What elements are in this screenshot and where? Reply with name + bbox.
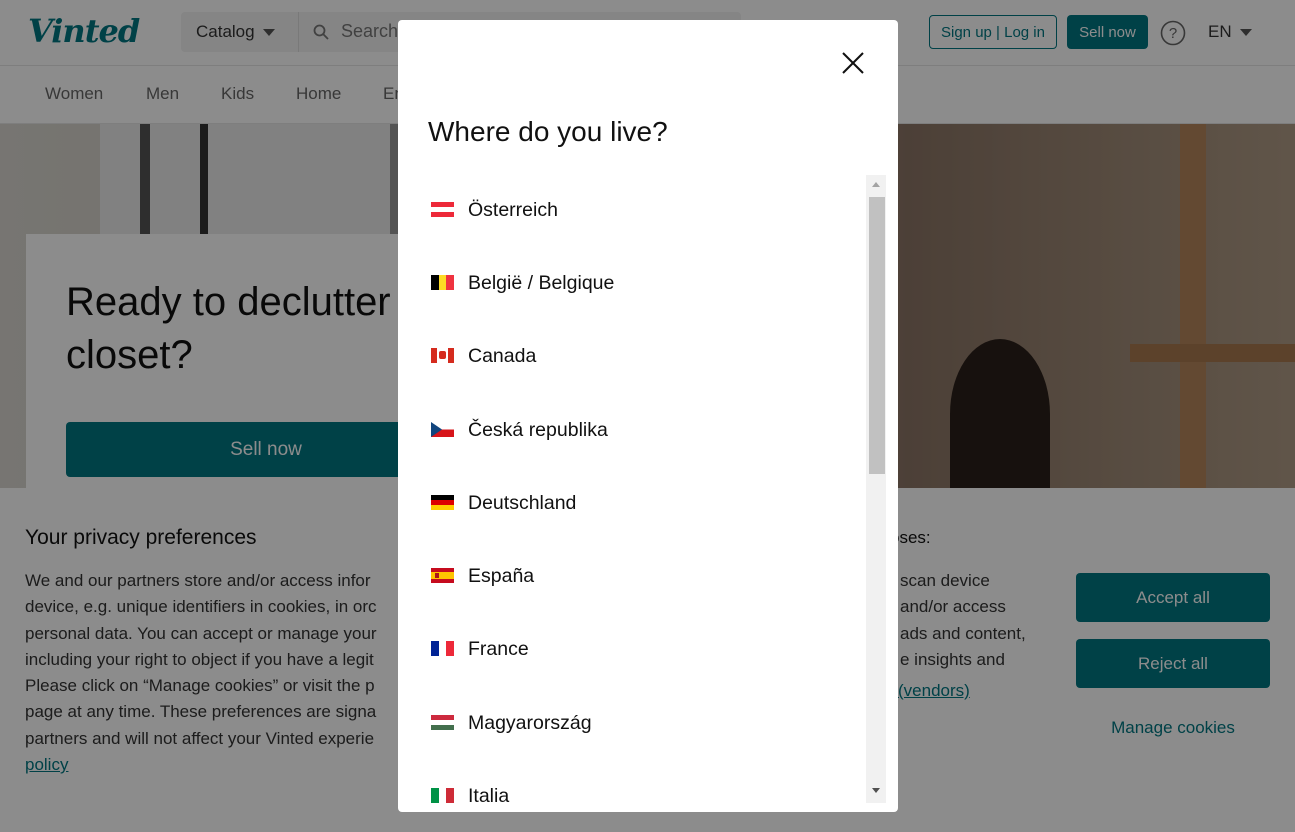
scroll-down-arrow-icon[interactable] [872, 788, 880, 793]
belgium-flag-icon [431, 275, 454, 290]
country-list: Österreich België / Belgique Canada Česk… [398, 175, 866, 812]
canada-flag-icon [431, 348, 454, 363]
modal-title: Where do you live? [428, 116, 668, 147]
country-item[interactable]: Magyarország [398, 688, 866, 761]
country-name: België / Belgique [468, 272, 615, 294]
country-name: Österreich [468, 199, 558, 221]
country-item[interactable]: France [398, 614, 866, 687]
scroll-up-arrow-icon[interactable] [872, 182, 880, 187]
scrollbar-thumb[interactable] [869, 197, 885, 474]
country-name: Deutschland [468, 492, 577, 514]
hungary-flag-icon [431, 715, 454, 730]
country-name: Canada [468, 345, 537, 367]
close-icon[interactable] [840, 50, 866, 76]
country-name: Česká republika [468, 419, 608, 441]
france-flag-icon [431, 641, 454, 656]
country-item[interactable]: España [398, 541, 866, 614]
country-name: France [468, 638, 529, 660]
country-name: Magyarország [468, 712, 592, 734]
country-item[interactable]: Deutschland [398, 468, 866, 541]
czech-flag-icon [431, 422, 454, 437]
italy-flag-icon [431, 788, 454, 803]
country-item[interactable]: België / Belgique [398, 248, 866, 321]
country-name: Italia [468, 785, 510, 807]
austria-flag-icon [431, 202, 454, 217]
country-selection-modal: Where do you live? Österreich België / B… [398, 20, 898, 812]
germany-flag-icon [431, 495, 454, 510]
country-item[interactable]: Italia [398, 761, 866, 812]
country-item[interactable]: Österreich [398, 175, 866, 248]
country-name: España [468, 565, 535, 587]
country-item[interactable]: Canada [398, 321, 866, 394]
country-item[interactable]: Česká republika [398, 395, 866, 468]
spain-flag-icon [431, 568, 454, 583]
